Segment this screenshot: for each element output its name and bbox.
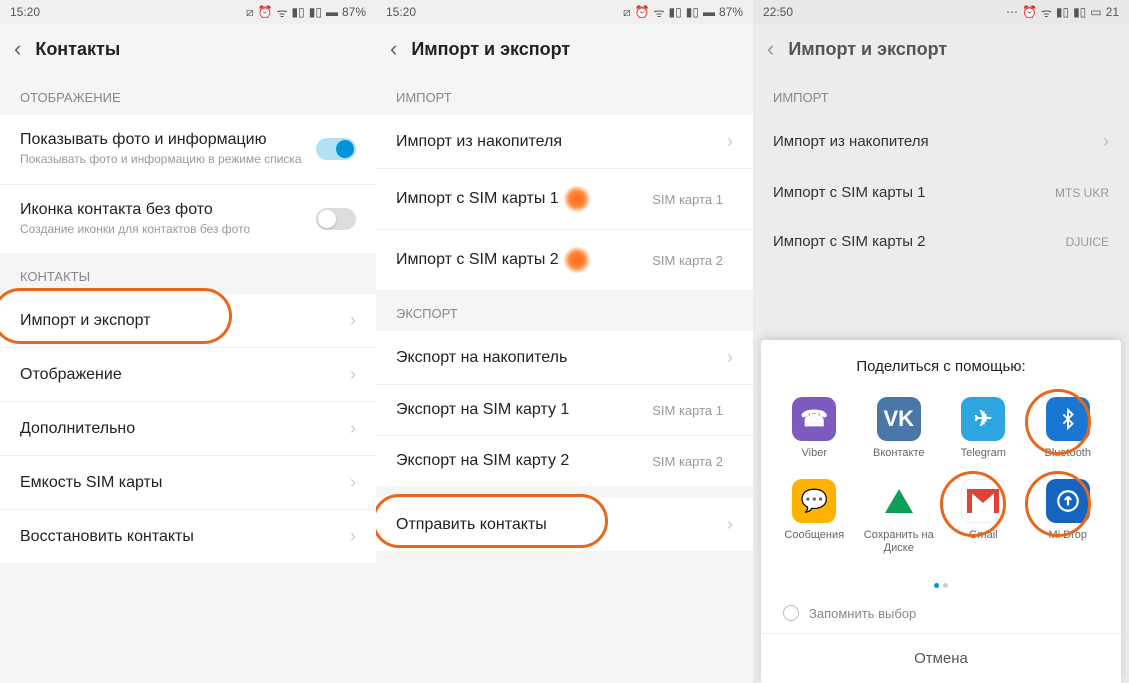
page-dots xyxy=(761,569,1121,593)
row-sim-capacity[interactable]: Емкость SIM карты › xyxy=(0,456,376,510)
wifi-icon: ᯤ xyxy=(1041,4,1052,21)
share-vk[interactable]: VK Вконтакте xyxy=(860,397,939,460)
row-import-storage[interactable]: Импорт из накопителя › xyxy=(376,115,753,169)
toggle-show-photo[interactable] xyxy=(316,138,356,160)
midrop-icon xyxy=(1046,479,1090,523)
battery-icon: ▬ xyxy=(326,5,338,19)
viber-icon: ☎ xyxy=(792,397,836,441)
section-export: ЭКСПОРТ xyxy=(376,290,753,331)
share-gmail[interactable]: Gmail xyxy=(944,479,1023,555)
chevron-icon: › xyxy=(350,418,356,439)
row-restore[interactable]: Восстановить контакты › xyxy=(0,510,376,563)
wifi-icon: ᯤ xyxy=(654,4,665,21)
status-battery: 21 xyxy=(1106,5,1119,19)
section-display: ОТОБРАЖЕНИЕ xyxy=(0,74,376,115)
chevron-icon: › xyxy=(350,472,356,493)
row-show-photo[interactable]: Показывать фото и информацию Показывать … xyxy=(0,115,376,185)
status-battery: 87% xyxy=(342,5,366,19)
row-import-sim2[interactable]: Импорт с SIM карты 2 DJUICE xyxy=(753,217,1129,266)
chevron-icon: › xyxy=(727,131,733,152)
signal-icon: ▮▯ xyxy=(292,5,305,19)
bluetooth-icon xyxy=(1046,397,1090,441)
row-import-storage[interactable]: Импорт из накопителя › xyxy=(753,115,1129,168)
signal-icon: ▮▯ xyxy=(669,5,682,19)
share-drive[interactable]: Сохранить на Диске xyxy=(860,479,939,555)
chevron-icon: › xyxy=(1103,131,1109,152)
status-time: 22:50 xyxy=(763,5,793,19)
alarm-icon: ⏰ xyxy=(635,5,650,19)
drive-icon xyxy=(877,479,921,523)
chevron-icon: › xyxy=(350,310,356,331)
row-import-sim2[interactable]: Импорт с SIM карты 2 SIM карта 2 xyxy=(376,230,753,290)
row-icon-no-photo[interactable]: Иконка контакта без фото Создание иконки… xyxy=(0,185,376,254)
blur-overlay xyxy=(563,185,591,213)
page-title: Импорт и экспорт xyxy=(788,39,947,60)
row-export-sim1[interactable]: Экспорт на SIM карту 1 SIM карта 1 xyxy=(376,385,753,436)
battery-icon: ▬ xyxy=(703,5,715,19)
back-icon[interactable]: ‹ xyxy=(767,36,774,62)
screen-import-export: 15:20 ⧄ ⏰ ᯤ ▮▯ ▮▯ ▬ 87% ‹ Импорт и экспо… xyxy=(376,0,753,683)
battery-icon: ▭ xyxy=(1090,5,1101,19)
row-export-storage[interactable]: Экспорт на накопитель › xyxy=(376,331,753,385)
toggle-icon-no-photo[interactable] xyxy=(316,208,356,230)
page-title: Контакты xyxy=(35,39,120,60)
share-bluetooth[interactable]: Bluetooth xyxy=(1029,397,1108,460)
row-send-contacts[interactable]: Отправить контакты › xyxy=(376,498,753,551)
header: ‹ Контакты xyxy=(0,24,376,74)
back-icon[interactable]: ‹ xyxy=(14,36,21,62)
row-import-sim1[interactable]: Импорт с SIM карты 1 MTS UKR xyxy=(753,168,1129,217)
page-title: Импорт и экспорт xyxy=(411,39,570,60)
row-import-sim1[interactable]: Импорт с SIM карты 1 SIM карта 1 xyxy=(376,169,753,230)
radio-remember[interactable] xyxy=(783,605,799,621)
more-icon: ⋯ xyxy=(1006,5,1018,19)
telegram-icon: ✈ xyxy=(961,397,1005,441)
header: ‹ Импорт и экспорт xyxy=(753,24,1129,74)
status-bar: 22:50 ⋯ ⏰ ᯤ ▮▯ ▮▯ ▭ 21 xyxy=(753,0,1129,24)
section-contacts: КОНТАКТЫ xyxy=(0,253,376,294)
screen-contacts: 15:20 ⧄ ⏰ ᯤ ▮▯ ▮▯ ▬ 87% ‹ Контакты ОТОБР… xyxy=(0,0,376,683)
back-icon[interactable]: ‹ xyxy=(390,36,397,62)
blur-overlay xyxy=(563,246,591,274)
row-more[interactable]: Дополнительно › xyxy=(0,402,376,456)
gmail-icon xyxy=(961,479,1005,523)
chevron-icon: › xyxy=(727,514,733,535)
screen-share-dialog: 22:50 ⋯ ⏰ ᯤ ▮▯ ▮▯ ▭ 21 ‹ Импорт и экспор… xyxy=(753,0,1129,683)
share-midrop[interactable]: Mi Drop xyxy=(1029,479,1108,555)
status-bar: 15:20 ⧄ ⏰ ᯤ ▮▯ ▮▯ ▬ 87% xyxy=(376,0,753,24)
row-display[interactable]: Отображение › xyxy=(0,348,376,402)
share-telegram[interactable]: ✈ Telegram xyxy=(944,397,1023,460)
cancel-button[interactable]: Отмена xyxy=(761,633,1121,683)
row-export-sim2[interactable]: Экспорт на SIM карту 2 SIM карта 2 xyxy=(376,436,753,486)
status-time: 15:20 xyxy=(386,5,416,19)
header: ‹ Импорт и экспорт xyxy=(376,24,753,74)
share-title: Поделиться с помощью: xyxy=(761,358,1121,375)
signal-icon-2: ▮▯ xyxy=(686,5,699,19)
signal-icon-2: ▮▯ xyxy=(1073,5,1086,19)
alarm-off-icon: ⧄ xyxy=(623,5,631,20)
vk-icon: VK xyxy=(877,397,921,441)
share-viber[interactable]: ☎ Viber xyxy=(775,397,854,460)
alarm-off-icon: ⧄ xyxy=(246,5,254,20)
remember-choice-row[interactable]: Запомнить выбор xyxy=(761,593,1121,633)
alarm-icon: ⏰ xyxy=(258,5,273,19)
share-messages[interactable]: 💬 Сообщения xyxy=(775,479,854,555)
section-import: ИМПОРТ xyxy=(753,74,1129,115)
share-sheet: Поделиться с помощью: ☎ Viber VK Вконтак… xyxy=(761,340,1121,683)
row-import-export[interactable]: Импорт и экспорт › xyxy=(0,294,376,348)
chevron-icon: › xyxy=(350,526,356,547)
status-time: 15:20 xyxy=(10,5,40,19)
alarm-icon: ⏰ xyxy=(1022,5,1037,19)
section-import: ИМПОРТ xyxy=(376,74,753,115)
status-bar: 15:20 ⧄ ⏰ ᯤ ▮▯ ▮▯ ▬ 87% xyxy=(0,0,376,24)
status-battery: 87% xyxy=(719,5,743,19)
chevron-icon: › xyxy=(727,347,733,368)
signal-icon-2: ▮▯ xyxy=(309,5,322,19)
signal-icon: ▮▯ xyxy=(1056,5,1069,19)
wifi-icon: ᯤ xyxy=(277,4,288,21)
chevron-icon: › xyxy=(350,364,356,385)
messages-icon: 💬 xyxy=(792,479,836,523)
